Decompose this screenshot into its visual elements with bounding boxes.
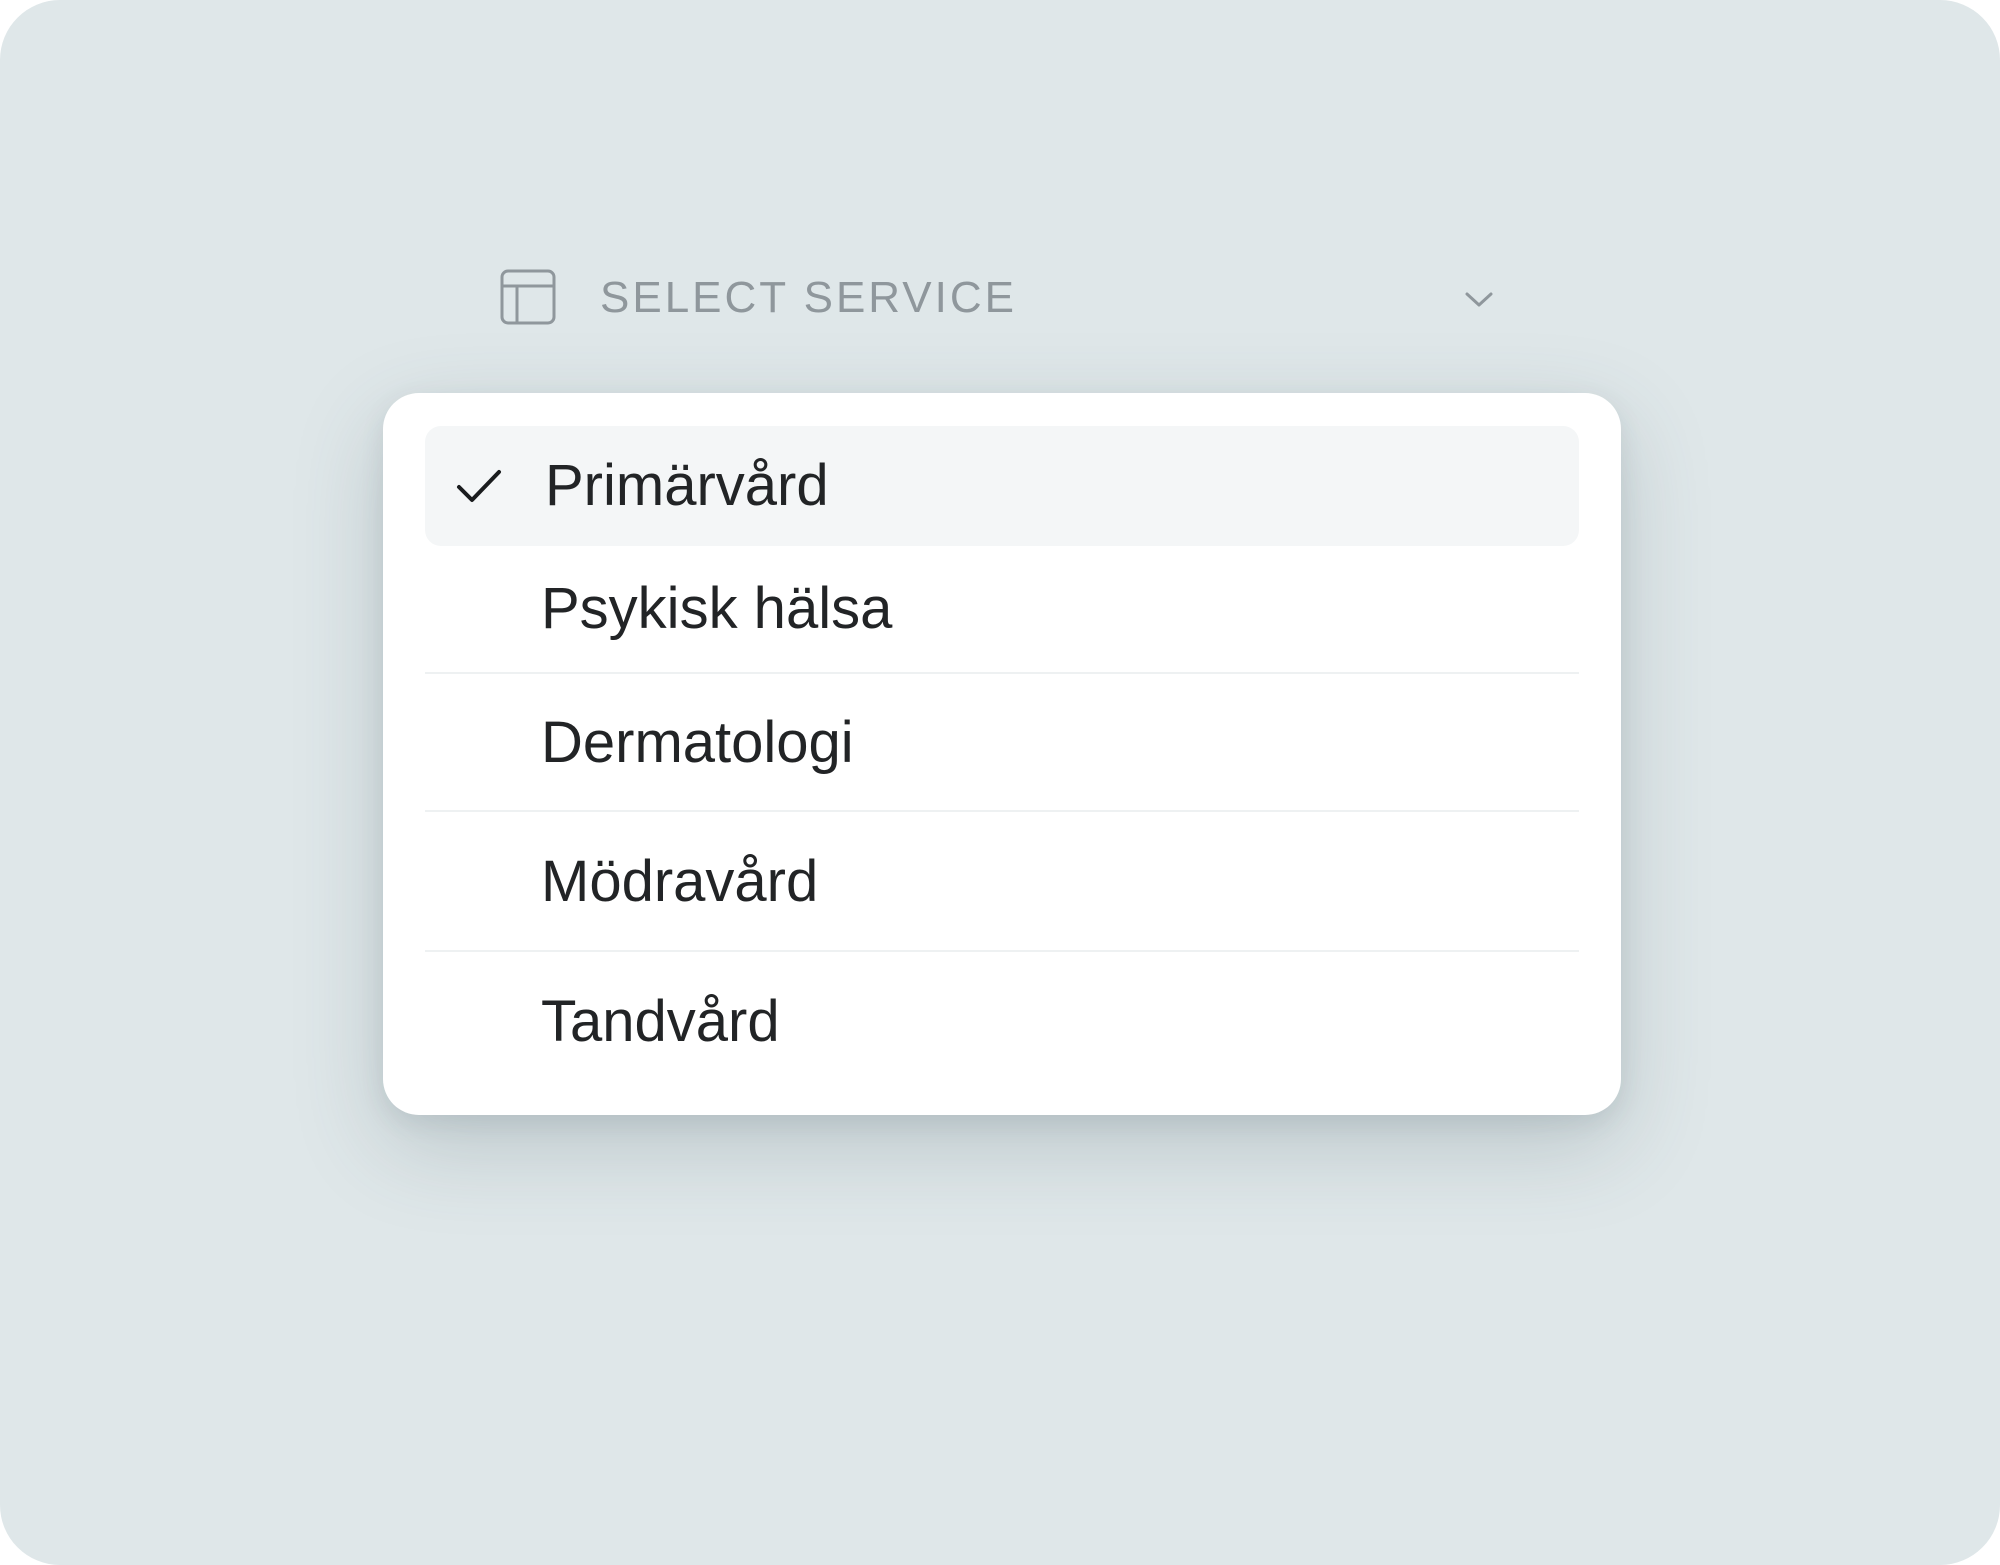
select-placeholder: SELECT SERVICE [600,273,1017,322]
service-select-trigger[interactable]: SELECT SERVICE [480,240,1520,355]
option-label: Psykisk hälsa [541,576,893,641]
option-psykisk-halsa[interactable]: Psykisk hälsa [425,546,1579,674]
option-tandvard[interactable]: Tandvård [425,952,1579,1088]
option-modravard[interactable]: Mödravård [425,812,1579,952]
option-label: Tandvård [541,989,780,1054]
chevron-down-icon[interactable] [1464,284,1494,314]
option-label: Dermatologi [541,710,854,775]
app-background: SELECT SERVICE Primärvård Psykisk hälsa … [0,0,2000,1565]
table-layout-icon [500,269,556,325]
checkmark-icon [457,470,501,502]
option-dermatologi[interactable]: Dermatologi [425,674,1579,812]
option-label: Mödravård [541,849,819,914]
option-primarvard[interactable]: Primärvård [425,426,1579,546]
service-dropdown-menu: Primärvård Psykisk hälsa Dermatologi Möd… [383,393,1621,1115]
option-label: Primärvård [545,453,829,518]
